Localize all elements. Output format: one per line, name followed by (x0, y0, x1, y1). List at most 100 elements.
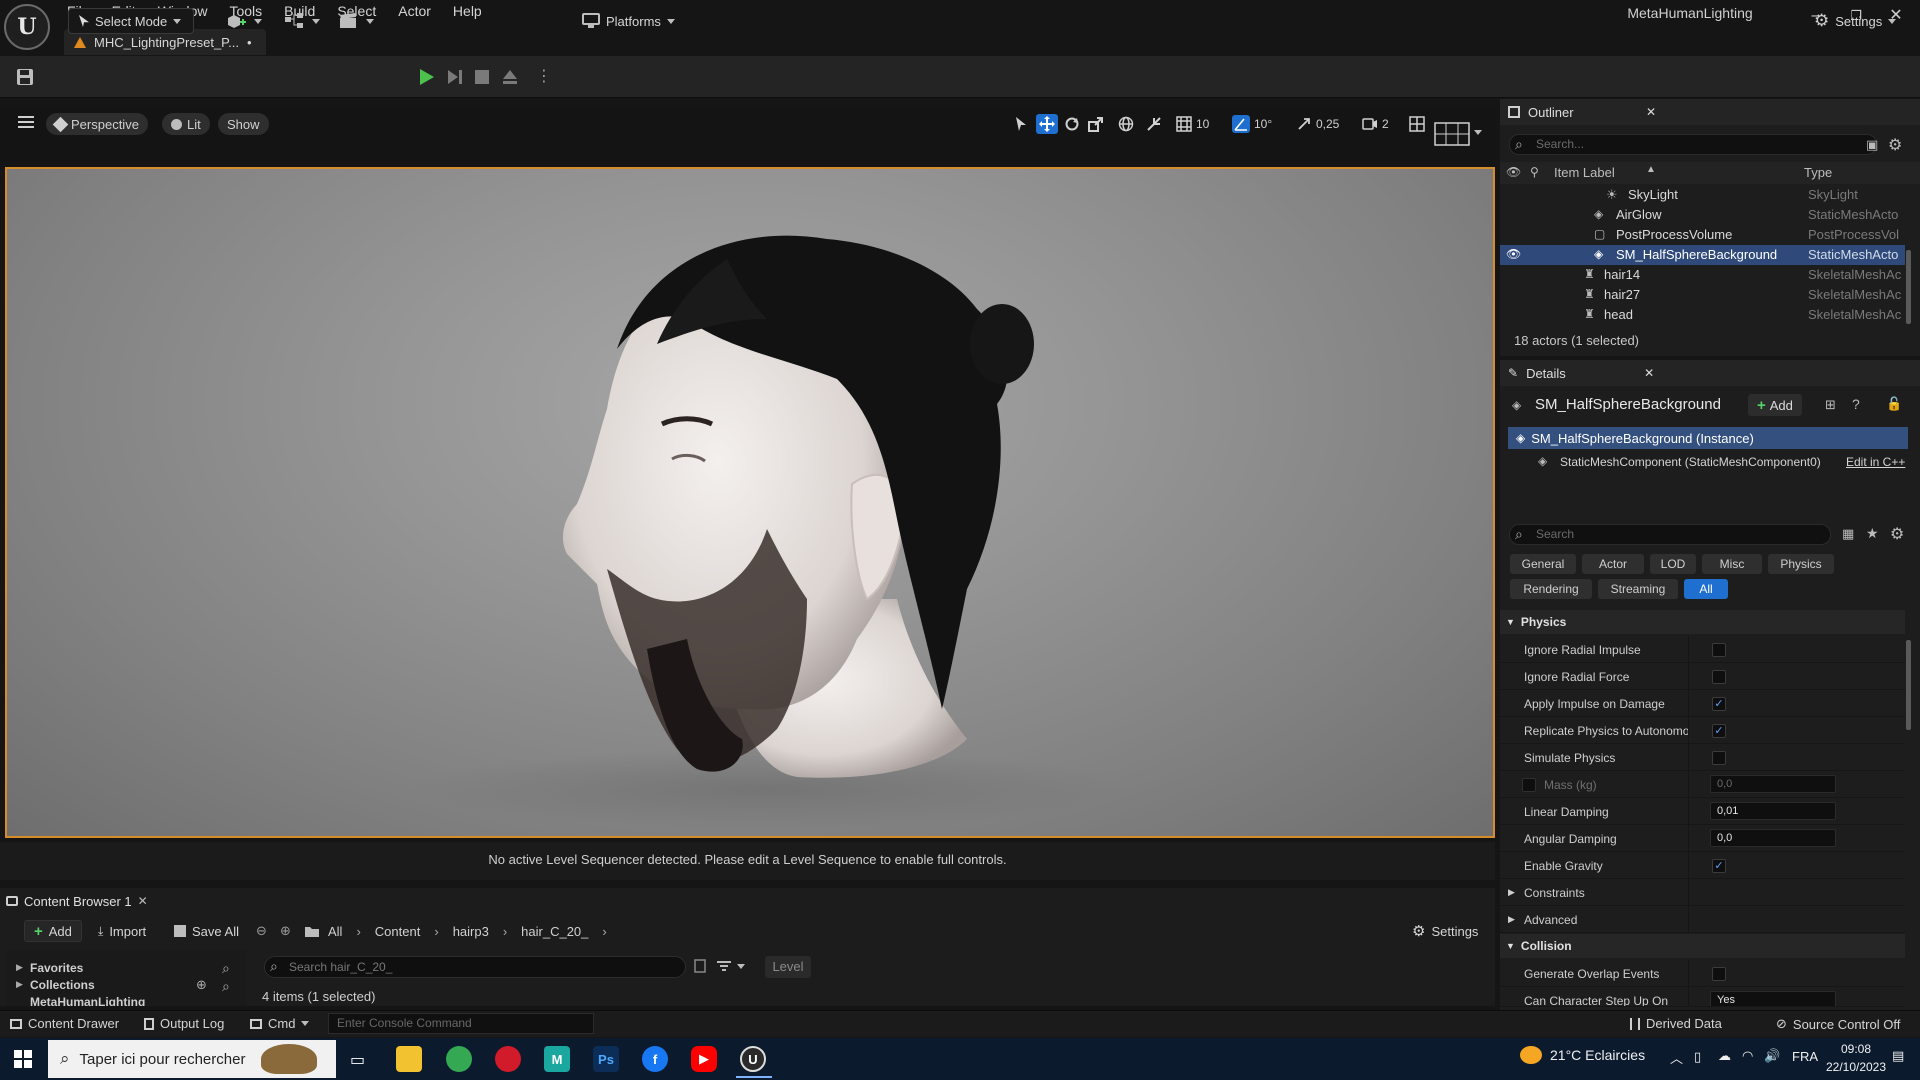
linear-damping-field[interactable]: 0,01 (1710, 802, 1836, 820)
history-forward-icon[interactable]: ⊕ (280, 920, 291, 942)
details-header[interactable]: ✎ Details ✕ (1500, 360, 1920, 386)
replicate-physics-checkbox[interactable]: ✓ (1712, 724, 1726, 738)
outliner-header[interactable]: Outliner ✕ (1500, 99, 1920, 125)
perspective-button[interactable]: Perspective (46, 113, 148, 135)
import-button[interactable]: ⤓ Import (98, 920, 146, 942)
can-step-up-dropdown[interactable]: Yes (1710, 991, 1836, 1006)
more-options-icon[interactable]: ⋮ (536, 66, 552, 86)
opera-icon[interactable] (495, 1046, 521, 1072)
level-filter-chip[interactable]: Level (765, 956, 811, 978)
filter-general[interactable]: General (1510, 554, 1576, 574)
blueprint-button[interactable] (284, 8, 320, 34)
language-indicator[interactable]: FRA (1792, 1049, 1818, 1064)
outliner-row-skylight[interactable]: ☀ SkyLight SkyLight (1500, 185, 1905, 205)
col-type[interactable]: Type (1804, 165, 1832, 180)
eject-icon[interactable] (501, 68, 519, 86)
maya-icon[interactable]: M (544, 1046, 570, 1072)
source-control-button[interactable]: ⊘ Source Control Off (1776, 1016, 1900, 1032)
facebook-icon[interactable]: f (642, 1046, 668, 1072)
ignore-radial-force-checkbox[interactable] (1712, 670, 1726, 684)
level-viewport[interactable] (5, 167, 1495, 838)
clock-date[interactable]: 22/10/2023 (1824, 1060, 1888, 1074)
filter-rendering[interactable]: Rendering (1510, 579, 1592, 599)
add-button[interactable]: + Add (24, 920, 82, 942)
details-scrollbar[interactable] (1906, 640, 1911, 730)
unreal-logo-icon[interactable]: U (4, 4, 50, 50)
close-icon[interactable]: ✕ (1644, 366, 1654, 380)
search-icon[interactable]: ⌕ (222, 978, 230, 995)
weather-widget[interactable]: 21°C Eclaircies (1520, 1046, 1645, 1064)
rotation-snap-button[interactable]: 10° (1232, 114, 1272, 134)
onedrive-icon[interactable]: ☁ (1718, 1048, 1731, 1064)
add-folder-icon[interactable]: ▣ (1866, 137, 1878, 153)
enable-gravity-checkbox[interactable]: ✓ (1712, 859, 1726, 873)
chrome-icon[interactable] (446, 1046, 472, 1072)
outliner-row-airglow[interactable]: ◈ AirGlow StaticMeshActo (1500, 205, 1905, 225)
close-icon[interactable]: ✕ (1646, 105, 1656, 119)
details-search-input[interactable]: Search (1509, 524, 1831, 545)
col-item-label[interactable]: Item Label (1554, 165, 1615, 180)
visibility-icon[interactable]: 👁 (1506, 165, 1521, 179)
tree-favorites[interactable]: Favorites (30, 961, 83, 975)
history-back-icon[interactable]: ⊖ (256, 920, 267, 942)
output-log-button[interactable]: Output Log (144, 1016, 224, 1031)
filter-button[interactable] (716, 960, 745, 972)
lit-button[interactable]: Lit (162, 113, 210, 135)
cinematics-button[interactable] (338, 8, 374, 34)
outliner-scrollbar[interactable] (1906, 250, 1911, 324)
derived-data-button[interactable]: Derived Data (1630, 1016, 1722, 1031)
outliner-row-postprocess[interactable]: ▢ PostProcessVolume PostProcessVol (1500, 225, 1905, 245)
star-icon[interactable]: ★ (1866, 525, 1879, 542)
filter-all[interactable]: All (1684, 579, 1728, 599)
menu-actor[interactable]: Actor (387, 0, 442, 24)
outliner-row-hair14[interactable]: ♜ hair14 SkeletalMeshAc (1500, 265, 1905, 285)
step-icon[interactable] (446, 68, 464, 86)
component-row[interactable]: StaticMeshComponent (StaticMeshComponent… (1560, 455, 1821, 469)
content-browser-tab[interactable]: Content Browser 1 ✕ (6, 890, 148, 912)
mass-override-checkbox[interactable] (1522, 778, 1536, 792)
photoshop-icon[interactable]: Ps (593, 1046, 619, 1072)
filter-misc[interactable]: Misc (1702, 554, 1762, 574)
translate-tool-icon[interactable] (1036, 114, 1058, 134)
settings-dropdown[interactable]: ⚙ Settings (1814, 8, 1897, 34)
search-icon[interactable]: ⌕ (222, 960, 230, 977)
edit-cpp-link[interactable]: Edit in C++ (1846, 455, 1905, 469)
breadcrumb-hair-c-20[interactable]: hair_C_20_ (521, 924, 588, 939)
scale-snap-button[interactable]: 0,25 (1296, 114, 1339, 134)
filter-streaming[interactable]: Streaming (1598, 579, 1678, 599)
filter-lod[interactable]: LOD (1650, 554, 1696, 574)
viewport-layout-icon[interactable] (1434, 122, 1470, 146)
layout-icon[interactable] (1409, 114, 1425, 134)
task-view-icon[interactable]: ▭ (350, 1050, 365, 1070)
chevron-up-icon[interactable]: ︿ (1670, 1048, 1683, 1067)
mass-field[interactable]: 0,0 (1710, 775, 1836, 793)
show-button[interactable]: Show (218, 113, 269, 135)
outliner-row-hair27[interactable]: ♜ hair27 SkeletalMeshAc (1500, 285, 1905, 305)
prop-constraints[interactable]: ▶ Constraints (1500, 879, 1905, 906)
outliner-row-head[interactable]: ♜ head SkeletalMeshAc (1500, 305, 1905, 325)
play-icon[interactable] (418, 67, 436, 87)
lock-icon[interactable]: 🔓 (1886, 396, 1902, 412)
visibility-icon[interactable]: 👁 (1506, 247, 1521, 261)
gear-icon[interactable]: ⚙ (1888, 135, 1902, 155)
clock-time[interactable]: 09:08 (1828, 1042, 1884, 1056)
stop-icon[interactable] (474, 69, 490, 85)
select-mode-dropdown[interactable]: Select Mode (68, 8, 194, 34)
asset-search-input[interactable]: Search hair_C_20_ (264, 956, 686, 978)
angular-damping-field[interactable]: 0,0 (1710, 829, 1836, 847)
chevron-down-icon[interactable] (1474, 130, 1482, 135)
youtube-icon[interactable]: ▶ (691, 1046, 717, 1072)
add-component-button[interactable]: + Add (1748, 394, 1802, 416)
simulate-physics-checkbox[interactable] (1712, 751, 1726, 765)
help-icon[interactable]: ? (1852, 396, 1860, 412)
surface-snap-icon[interactable] (1146, 114, 1162, 134)
outliner-search-input[interactable]: Search... (1509, 134, 1877, 155)
pin-icon[interactable]: ⚲ (1530, 165, 1539, 179)
ignore-radial-impulse-checkbox[interactable] (1712, 643, 1726, 657)
add-collection-icon[interactable]: ⊕ (196, 977, 207, 993)
tree-metahumanlighting[interactable]: MetaHumanLighting (30, 995, 145, 1006)
network-device-icon[interactable]: ▯ (1694, 1049, 1701, 1065)
camera-speed-button[interactable]: 2 (1362, 114, 1389, 134)
component-instance-row[interactable]: ◈ SM_HalfSphereBackground (Instance) (1508, 427, 1908, 449)
expand-arrow-icon[interactable]: ▶ (16, 962, 23, 973)
